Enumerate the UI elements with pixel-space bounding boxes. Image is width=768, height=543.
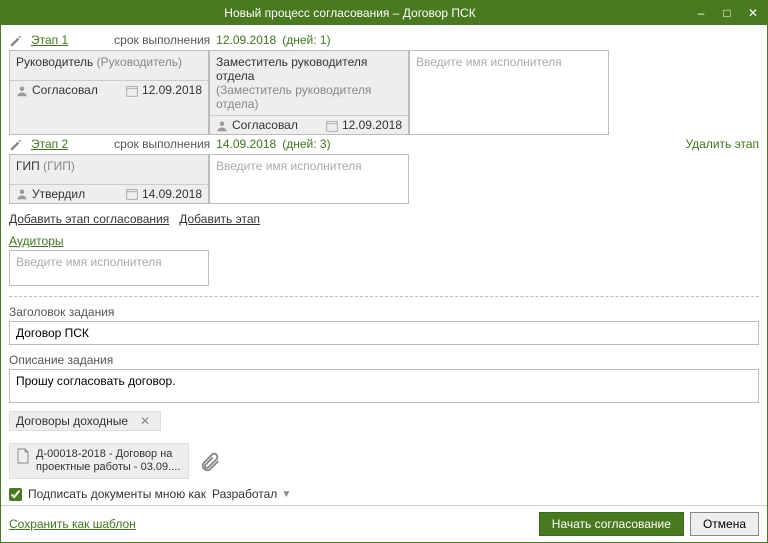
cancel-button[interactable]: Отмена: [690, 512, 759, 536]
approver-role: (ГИП): [43, 159, 75, 173]
main-content: Этап 1 срок выполнения 12.09.2018 (дней:…: [1, 25, 767, 505]
close-icon[interactable]: ✕: [745, 6, 761, 20]
task-desc-input[interactable]: [9, 369, 759, 403]
add-approval-stage-link[interactable]: Добавить этап согласования: [9, 212, 169, 226]
approver-card[interactable]: Заместитель руководителя отдела (Замести…: [209, 50, 409, 135]
separator: [9, 296, 759, 297]
sign-role-value: Разработал: [212, 487, 277, 501]
sign-row: Подписать документы мною как Разработал …: [9, 487, 759, 501]
person-icon: [216, 118, 228, 132]
approver-date: 12.09.2018: [342, 118, 402, 132]
approver-role: (Руководитель): [97, 55, 182, 69]
tag-text: Договоры доходные: [16, 414, 128, 428]
window-buttons: – □ ✕: [693, 6, 761, 20]
calendar-icon: [126, 187, 138, 201]
sign-checkbox[interactable]: [9, 488, 22, 501]
auditors-input[interactable]: Введите имя исполнителя: [9, 250, 209, 286]
save-as-template-link[interactable]: Сохранить как шаблон: [9, 517, 136, 531]
attachments-row: Д-00018-2018 - Договор на проектные рабо…: [9, 443, 759, 479]
stage-2-header: Этап 2 срок выполнения 14.09.2018 (дней:…: [9, 137, 759, 152]
delete-stage-link[interactable]: Удалить этап: [685, 137, 759, 151]
approver-status: Утвердил: [32, 187, 122, 201]
calendar-icon: [326, 118, 338, 132]
paperclip-icon[interactable]: [199, 448, 221, 474]
stage-2-days: (дней: 3): [282, 137, 330, 151]
sign-role-dropdown[interactable]: Разработал ▼: [212, 487, 291, 501]
task-desc-label: Описание задания: [9, 353, 759, 367]
minimize-icon[interactable]: –: [693, 6, 709, 20]
add-stage-links: Добавить этап согласования Добавить этап: [9, 212, 759, 226]
approver-card[interactable]: ГИП (ГИП) Утвердил 14.09.2018: [9, 154, 209, 204]
attachment-card[interactable]: Д-00018-2018 - Договор на проектные рабо…: [9, 443, 189, 479]
task-title-input[interactable]: [9, 321, 759, 345]
attachment-line2: проектные работы - 03.09....: [36, 461, 180, 474]
approver-date: 14.09.2018: [142, 187, 202, 201]
approver-date: 12.09.2018: [142, 83, 202, 97]
pencil-icon[interactable]: [9, 33, 25, 48]
stage-1-due-label: срок выполнения: [114, 33, 210, 47]
person-icon: [16, 187, 28, 201]
stage-2-due-label: срок выполнения: [114, 137, 210, 151]
category-tag[interactable]: Договоры доходные ✕: [9, 411, 161, 431]
add-stage-link[interactable]: Добавить этап: [179, 212, 260, 226]
document-icon: [16, 448, 30, 464]
pencil-icon[interactable]: [9, 137, 25, 152]
stage-1-days: (дней: 1): [282, 33, 330, 47]
add-approver-input[interactable]: Введите имя исполнителя: [209, 154, 409, 204]
stage-2-link[interactable]: Этап 2: [31, 137, 68, 151]
stage-1-due-date: 12.09.2018: [216, 33, 276, 47]
stage-1-link[interactable]: Этап 1: [31, 33, 68, 47]
calendar-icon: [126, 83, 138, 97]
auditors-link[interactable]: Аудиторы: [9, 234, 759, 248]
tag-remove-icon[interactable]: ✕: [136, 414, 154, 428]
task-title-label: Заголовок задания: [9, 305, 759, 319]
start-approval-button[interactable]: Начать согласование: [539, 512, 684, 536]
stage-2-row: ГИП (ГИП) Утвердил 14.09.2018 Введите им…: [9, 154, 759, 204]
stage-1-row: Руководитель (Руководитель) Согласовал 1…: [9, 50, 759, 135]
person-icon: [16, 83, 28, 97]
window-title: Новый процесс согласования – Договор ПСК: [7, 6, 693, 20]
sign-label: Подписать документы мною как: [28, 487, 206, 501]
add-approver-input[interactable]: Введите имя исполнителя: [409, 50, 609, 135]
approver-status: Согласовал: [232, 118, 322, 132]
stage-1-header: Этап 1 срок выполнения 12.09.2018 (дней:…: [9, 33, 759, 48]
footer: Сохранить как шаблон Начать согласование…: [1, 505, 767, 542]
approver-card[interactable]: Руководитель (Руководитель) Согласовал 1…: [9, 50, 209, 135]
maximize-icon[interactable]: □: [719, 6, 735, 20]
approver-name: ГИП: [16, 159, 40, 173]
approver-name: Заместитель руководителя отдела: [216, 55, 402, 83]
titlebar: Новый процесс согласования – Договор ПСК…: [1, 1, 767, 25]
approver-status: Согласовал: [32, 83, 122, 97]
stage-2-due-date: 14.09.2018: [216, 137, 276, 151]
approver-role: (Заместитель руководителя отдела): [216, 83, 402, 111]
chevron-down-icon: ▼: [281, 489, 291, 500]
approver-name: Руководитель: [16, 55, 93, 69]
attachment-line1: Д-00018-2018 - Договор на: [36, 448, 180, 461]
